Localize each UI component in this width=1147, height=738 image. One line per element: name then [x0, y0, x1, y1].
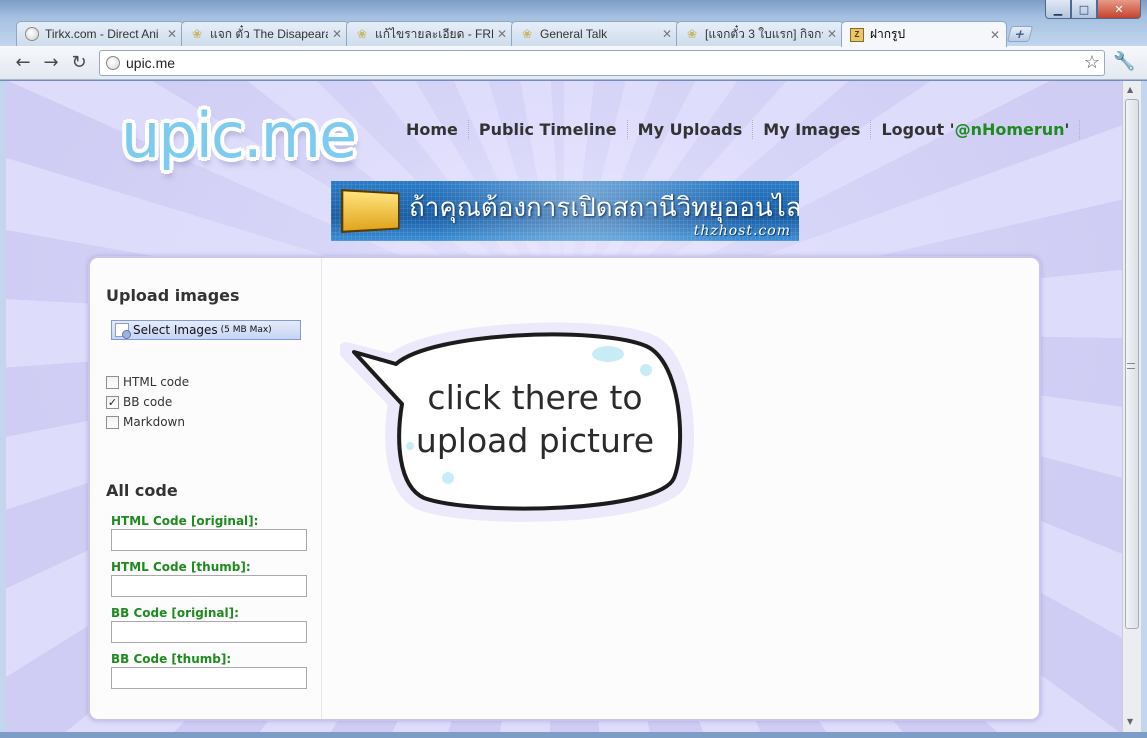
picture-icon: Z [850, 27, 864, 42]
main-nav: Home Public Timeline My Uploads My Image… [396, 120, 1081, 139]
callout-line-2: upload picture [415, 421, 655, 460]
tab-title: แจก ตั๋ว The Disapeara [210, 26, 328, 41]
window-frame-bottom [0, 732, 1147, 738]
speech-bubble-callout: click there to upload picture [338, 320, 700, 530]
minimize-button[interactable]: ▁ [1045, 0, 1071, 19]
browser-toolbar: ← → ↻ upic.me ☆ 🔧 [0, 46, 1147, 80]
all-code-heading: All code [106, 481, 178, 500]
bb-original-input[interactable] [111, 621, 307, 643]
leaf-icon: ❀ [521, 27, 533, 41]
tab-title: General Talk [540, 27, 608, 41]
forward-arrow-icon[interactable]: → [40, 52, 62, 74]
upload-sidebar: Upload images Select Images (5 MB Max) H… [90, 258, 322, 719]
select-images-button[interactable]: Select Images (5 MB Max) [111, 320, 301, 340]
option-html-code[interactable]: HTML code [106, 375, 189, 389]
scrollbar-grip-icon [1127, 363, 1135, 369]
bb-original-label: BB Code [original]: [111, 606, 239, 620]
markdown-checkbox[interactable] [106, 415, 119, 429]
nav-logout[interactable]: Logout '@nHomerun' [871, 120, 1081, 139]
banner-box-graphic [340, 189, 400, 233]
tab-title: Tirkx.com - Direct Ani [45, 27, 159, 41]
page-globe-icon [106, 56, 120, 70]
close-tab-icon[interactable]: ✕ [827, 27, 837, 41]
file-search-icon [115, 323, 131, 339]
site-logo[interactable]: upic.me [121, 99, 357, 172]
html-original-label: HTML Code [original]: [111, 514, 259, 528]
maximize-button[interactable]: □ [1071, 0, 1097, 19]
nav-public-timeline[interactable]: Public Timeline [469, 120, 628, 139]
ad-banner[interactable]: ถ้าคุณต้องการเปิดสถานีวิทยุออนไลน์ thzho… [331, 181, 799, 241]
window-controls: ▁ □ ✕ [1045, 0, 1141, 19]
option-bb-code[interactable]: ✓ BB code [106, 395, 172, 409]
logout-prefix: Logout ' [881, 120, 955, 139]
tab-disappearance[interactable]: ❀ แจก ตั๋ว The Disapeara ✕ [181, 21, 349, 46]
leaf-icon: ❀ [191, 27, 203, 41]
banner-text: ถ้าคุณต้องการเปิดสถานีวิทยุออนไลน์ [409, 193, 799, 223]
url-text: upic.me [126, 55, 176, 71]
upload-heading: Upload images [106, 286, 240, 305]
tab-ticket-giveaway[interactable]: ❀ [แจกตั๋ว 3 ใบแรก] กิจกร ✕ [676, 21, 844, 46]
username: @nHomerun [954, 120, 1065, 139]
html-thumb-input[interactable] [111, 575, 307, 597]
option-label: Markdown [123, 415, 185, 429]
new-tab-button[interactable]: + [1006, 26, 1034, 42]
banner-domain: thzhost.com [693, 223, 791, 239]
tab-title: ฝากรูป [870, 27, 906, 41]
vertical-scrollbar[interactable]: ▲ ▼ [1122, 81, 1141, 732]
tab-general-talk[interactable]: ❀ General Talk ✕ [511, 21, 679, 46]
nav-home[interactable]: Home [396, 120, 469, 139]
html-original-input[interactable] [111, 529, 307, 551]
scroll-up-arrow-icon[interactable]: ▲ [1127, 85, 1133, 94]
nav-my-uploads[interactable]: My Uploads [628, 120, 754, 139]
html-code-checkbox[interactable] [106, 375, 119, 389]
close-tab-icon[interactable]: ✕ [990, 28, 1000, 42]
logout-suffix: ' [1064, 120, 1070, 139]
close-tab-icon[interactable]: ✕ [332, 27, 342, 41]
bb-thumb-label: BB Code [thumb]: [111, 652, 232, 666]
close-window-button[interactable]: ✕ [1097, 0, 1141, 19]
leaf-icon: ❀ [356, 27, 368, 41]
tab-edit-details[interactable]: ❀ แก้ไขรายละเอียด - FREE ✕ [346, 21, 514, 46]
close-tab-icon[interactable]: ✕ [167, 27, 177, 41]
tab-upload-picture[interactable]: Z ฝากรูป ✕ [841, 21, 1007, 47]
option-label: HTML code [123, 375, 190, 389]
bb-code-checkbox[interactable]: ✓ [106, 395, 119, 409]
bookmark-star-icon[interactable]: ☆ [1084, 52, 1100, 73]
browser-titlebar: Tirkx.com - Direct Ani ✕ ❀ แจก ตั๋ว The … [0, 0, 1147, 47]
leaf-icon: ❀ [686, 27, 698, 41]
select-images-label: Select Images [133, 323, 218, 337]
tab-title: แก้ไขรายละเอียด - FREE [375, 26, 493, 41]
nav-my-images[interactable]: My Images [753, 120, 872, 139]
close-tab-icon[interactable]: ✕ [497, 27, 507, 41]
address-bar[interactable]: upic.me ☆ [99, 50, 1105, 76]
callout-line-1: click there to [427, 378, 643, 417]
back-arrow-icon[interactable]: ← [12, 52, 34, 74]
window-frame-right [1141, 81, 1147, 732]
option-label: BB code [123, 395, 173, 409]
close-tab-icon[interactable]: ✕ [662, 27, 672, 41]
bb-thumb-input[interactable] [111, 667, 307, 689]
tab-title: [แจกตั๋ว 3 ใบแรก] กิจกร [705, 26, 823, 41]
tab-tirkx[interactable]: Tirkx.com - Direct Ani ✕ [16, 21, 184, 46]
page-viewport: upic.me Home Public Timeline My Uploads … [6, 81, 1122, 732]
option-markdown[interactable]: Markdown [106, 415, 185, 429]
select-images-limit: (5 MB Max) [220, 325, 272, 335]
wrench-menu-icon[interactable]: 🔧 [1113, 51, 1135, 72]
upload-panel: Upload images Select Images (5 MB Max) H… [88, 256, 1041, 721]
scroll-down-arrow-icon[interactable]: ▼ [1127, 717, 1133, 726]
globe-icon [25, 27, 39, 41]
callout-text: click there to upload picture [400, 376, 670, 462]
reload-icon[interactable]: ↻ [68, 52, 90, 74]
html-thumb-label: HTML Code [thumb]: [111, 560, 251, 574]
